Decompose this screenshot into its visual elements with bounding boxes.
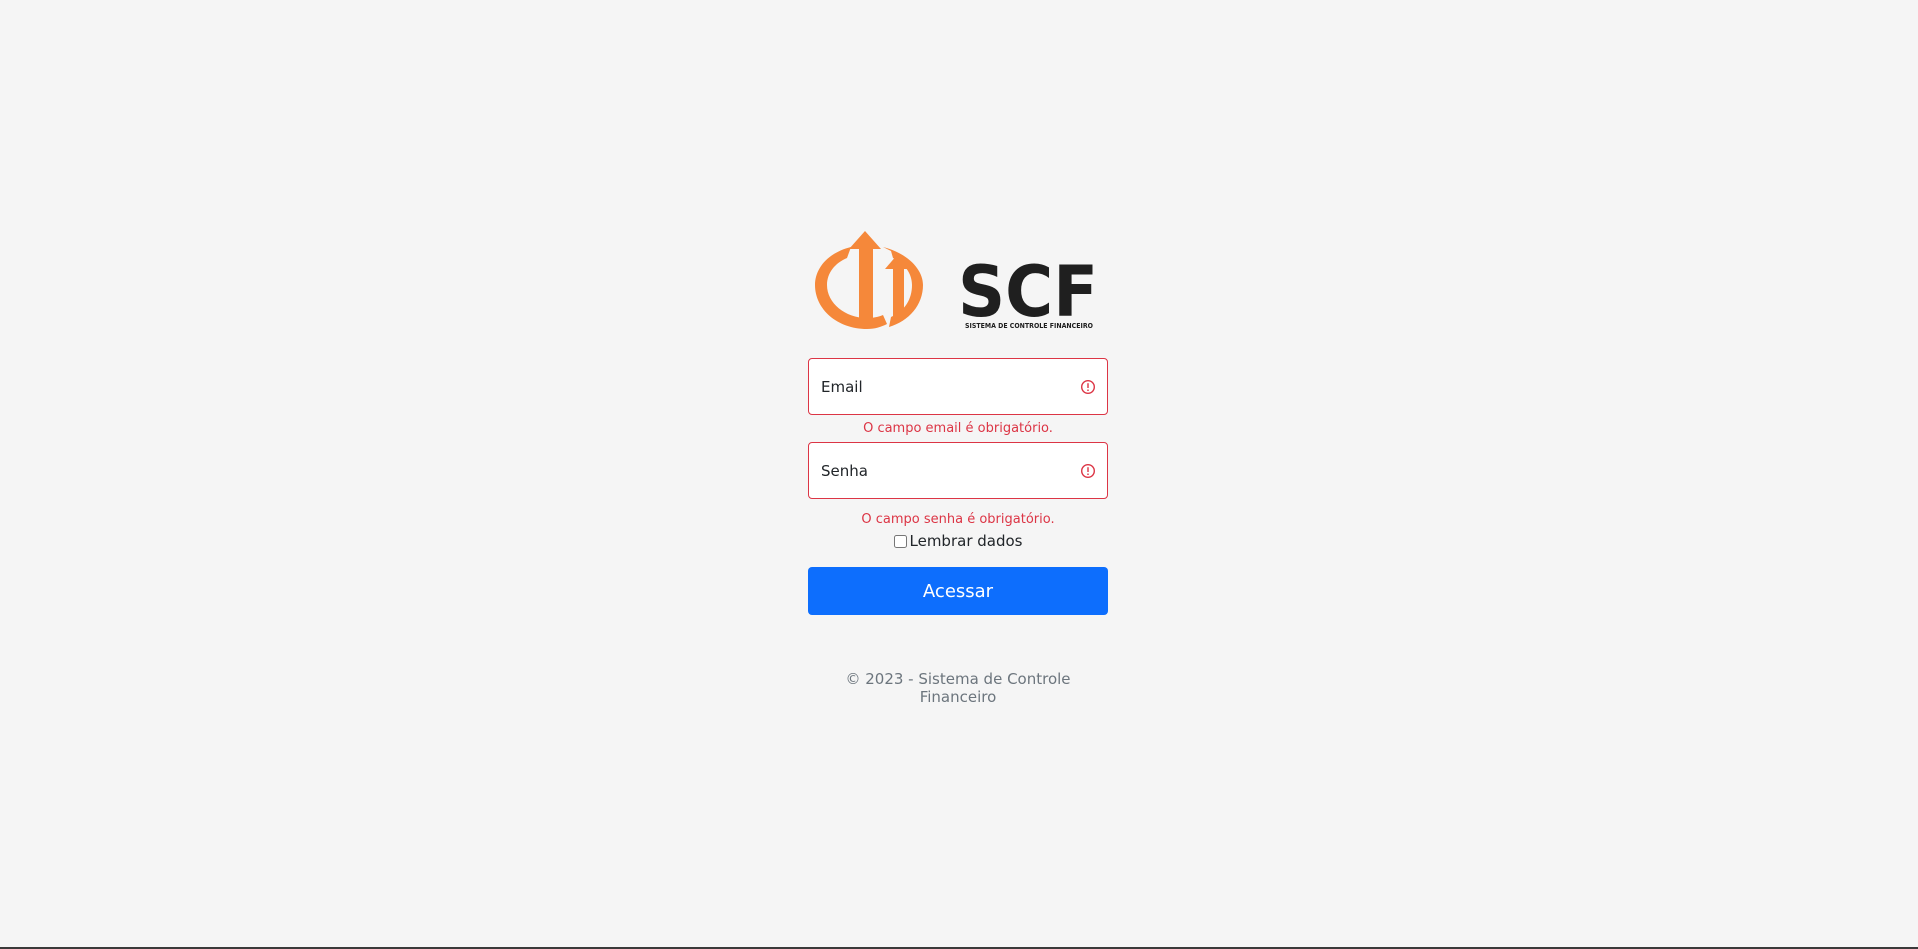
remember-label: Lembrar dados — [909, 532, 1023, 550]
login-form: SCF SISTEMA DE CONTROLE FINANCEIRO O cam… — [808, 228, 1108, 706]
login-page: SCF SISTEMA DE CONTROLE FINANCEIRO O cam… — [0, 0, 1918, 949]
password-error-message: O campo senha é obrigatório. — [861, 512, 1055, 527]
scf-logo-image: SCF SISTEMA DE CONTROLE FINANCEIRO — [815, 231, 1098, 333]
email-error-message: O campo email é obrigatório. — [863, 421, 1053, 436]
alert-circle-icon — [1080, 463, 1096, 478]
email-input[interactable] — [809, 359, 1061, 414]
senha-field-wrapper — [808, 442, 1108, 499]
footer-copyright: © 2023 - Sistema de Controle Financeiro — [845, 670, 1071, 706]
password-input[interactable] — [809, 443, 1061, 498]
scf-logo: SCF SISTEMA DE CONTROLE FINANCEIRO — [808, 228, 1108, 338]
brand-text: SCF — [958, 251, 1098, 333]
submit-button[interactable]: Acessar — [808, 567, 1108, 615]
remember-me[interactable]: Lembrar dados — [808, 531, 1108, 551]
alert-circle-icon — [1080, 379, 1096, 394]
brand-subtitle: SISTEMA DE CONTROLE FINANCEIRO — [965, 322, 1093, 330]
email-field-wrapper — [808, 358, 1108, 415]
remember-checkbox[interactable] — [893, 534, 907, 548]
